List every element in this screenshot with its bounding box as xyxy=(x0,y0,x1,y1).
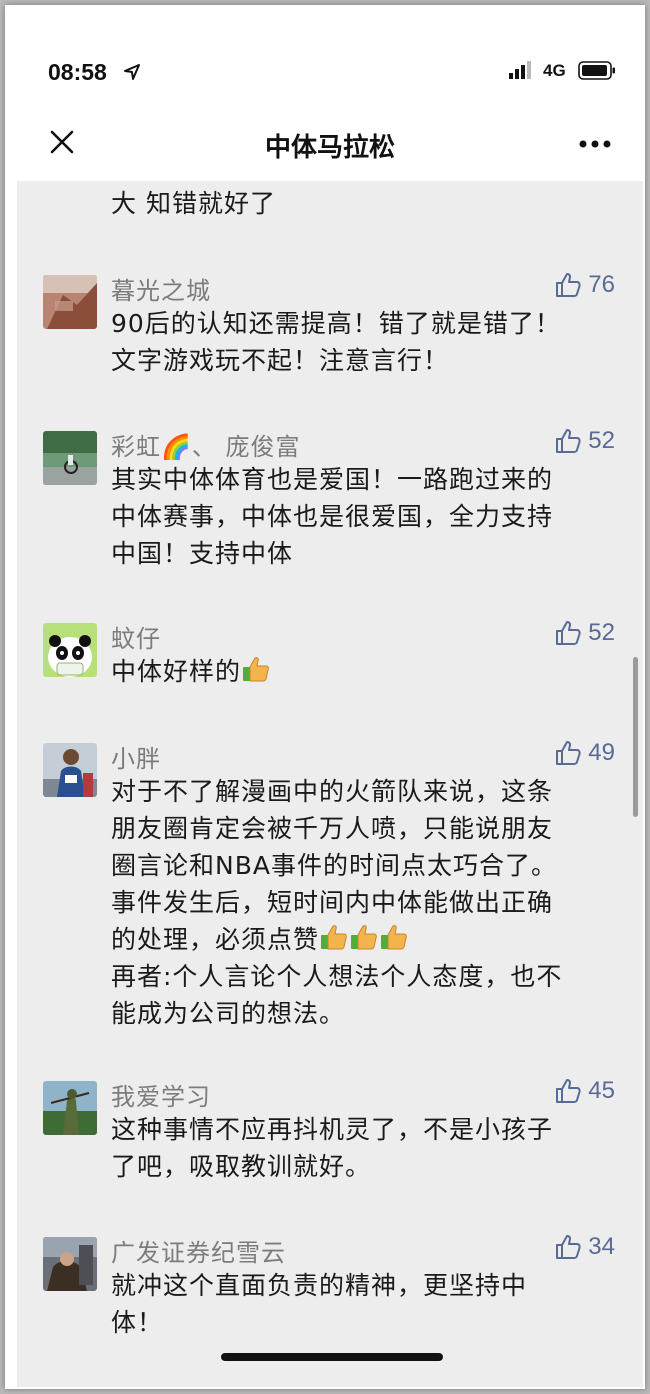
nav-bar: 中体马拉松 xyxy=(17,105,643,181)
comment-text: 90后的认知还需提高！错了就是错了！ 文字游戏玩不起！注意言行！ xyxy=(111,305,611,379)
partial-comment-text: 大 知错就好了 xyxy=(111,185,611,222)
like-count: 52 xyxy=(588,619,615,646)
page-title: 中体马拉松 xyxy=(264,133,395,163)
like-button[interactable]: 49 xyxy=(554,739,615,767)
thumbs-up-icon xyxy=(556,621,581,645)
comment-line: 中体好样的 xyxy=(111,657,242,686)
avatar[interactable] xyxy=(43,275,97,329)
avatar-image xyxy=(43,1237,97,1291)
avatar-image xyxy=(43,743,97,797)
comment-line: 其实中体体育也是爱国！一路跑过来的 xyxy=(111,465,554,494)
comment-list: 大 知错就好了 暮光之城 76 90后的认知还需提高！错了就是错了！ 文字游戏玩… xyxy=(17,181,643,1387)
battery-icon xyxy=(578,61,615,80)
thumbs-up-emoji-icon xyxy=(243,657,269,682)
comment-line: 再者:个人言论个人想法个人态度，也不 xyxy=(111,962,563,991)
comment-line: 大 知错就好了 xyxy=(111,189,276,218)
comment-username[interactable]: 小胖 xyxy=(111,739,161,774)
thumbs-up-emoji-icon xyxy=(351,925,377,950)
comment-line: 中国！支持中体 xyxy=(111,539,294,568)
thumbs-up-icon xyxy=(556,429,581,453)
like-count: 34 xyxy=(588,1233,615,1260)
comment-line: 文字游戏玩不起！注意言行！ xyxy=(111,346,450,375)
like-count: 49 xyxy=(588,739,615,766)
avatar-image xyxy=(43,431,97,485)
like-count: 52 xyxy=(588,427,615,454)
comment-line: 了吧，吸取教训就好。 xyxy=(111,1152,372,1181)
comment-username[interactable]: 蚊仔 xyxy=(111,619,161,654)
avatar[interactable] xyxy=(43,743,97,797)
comment-username[interactable]: 广发证券纪雪云 xyxy=(111,1233,286,1268)
like-button[interactable]: 52 xyxy=(554,619,615,647)
home-indicator[interactable] xyxy=(221,1353,443,1361)
avatar[interactable] xyxy=(43,1081,97,1135)
comment-line: 这种事情不应再抖机灵了，不是小孩子 xyxy=(111,1115,554,1144)
avatar[interactable] xyxy=(43,1237,97,1291)
scrollbar[interactable] xyxy=(633,657,638,817)
thumbs-up-icon xyxy=(556,1079,581,1103)
thumbs-up-icon xyxy=(556,273,581,297)
status-bar: 08:58 4G xyxy=(17,17,643,105)
comment-text: 对于不了解漫画中的火箭队来说，这条 朋友圈肯定会被千万人喷，只能说朋友 圈言论和… xyxy=(111,773,611,1032)
thumbs-up-emoji-icon xyxy=(381,925,407,950)
like-count: 76 xyxy=(588,271,615,298)
comment-line: 朋友圈肯定会被千万人喷，只能说朋友 xyxy=(111,814,554,843)
comment-line: 中体赛事，中体也是很爱国，全力支持 xyxy=(111,502,554,531)
thumbs-up-emoji-icon xyxy=(321,925,347,950)
comment-line: 体！ xyxy=(111,1308,164,1337)
like-button[interactable]: 34 xyxy=(554,1233,615,1261)
comment-line: 就冲这个直面负责的精神，更坚持中 xyxy=(111,1271,528,1300)
comment-line: 圈言论和NBA事件的时间点太巧合了。 xyxy=(111,851,557,880)
comment-line: 的处理，必须点赞 xyxy=(111,925,320,954)
comment-text: 这种事情不应再抖机灵了，不是小孩子 了吧，吸取教训就好。 xyxy=(111,1111,611,1185)
signal-icon xyxy=(509,61,531,79)
status-time: 08:58 xyxy=(48,59,107,85)
comment-text: 其实中体体育也是爱国！一路跑过来的 中体赛事，中体也是很爱国，全力支持 中国！支… xyxy=(111,461,611,572)
location-arrow-icon xyxy=(124,64,140,80)
avatar-image xyxy=(43,623,97,677)
more-options-icon[interactable] xyxy=(578,139,612,149)
comment-username[interactable]: 彩虹🌈、 庞俊富 xyxy=(111,427,301,462)
comment-username[interactable]: 暮光之城 xyxy=(111,271,211,306)
comment-line: 90后的认知还需提高！错了就是错了！ xyxy=(111,309,561,338)
avatar-image xyxy=(43,1081,97,1135)
phone-screen: 08:58 4G 中体马拉松 大 知错就好了 暮光之城 76 90后的认知还需提… xyxy=(17,17,643,1387)
like-button[interactable]: 76 xyxy=(554,271,615,299)
comment-line: 事件发生后，短时间内中体能做出正确 xyxy=(111,888,554,917)
comment-text: 中体好样的 xyxy=(111,653,611,690)
avatar[interactable] xyxy=(43,431,97,485)
comment-username[interactable]: 我爱学习 xyxy=(111,1077,211,1112)
comment-line: 对于不了解漫画中的火箭队来说，这条 xyxy=(111,777,554,806)
like-button[interactable]: 52 xyxy=(554,427,615,455)
avatar-image xyxy=(43,275,97,329)
thumbs-up-icon xyxy=(556,1235,581,1259)
comment-line-wrap: 中体好样的 xyxy=(111,653,611,690)
network-type: 4G xyxy=(543,61,566,80)
thumbs-up-icon xyxy=(556,741,581,765)
screenshot-frame: 08:58 4G 中体马拉松 大 知错就好了 暮光之城 76 90后的认知还需提… xyxy=(5,5,645,1389)
avatar[interactable] xyxy=(43,623,97,677)
like-count: 45 xyxy=(588,1077,615,1104)
like-button[interactable]: 45 xyxy=(554,1077,615,1105)
comment-line-wrap: 的处理，必须点赞 xyxy=(111,921,611,958)
comment-text: 就冲这个直面负责的精神，更坚持中 体！ xyxy=(111,1267,611,1341)
comment-line: 能成为公司的想法。 xyxy=(111,999,346,1028)
